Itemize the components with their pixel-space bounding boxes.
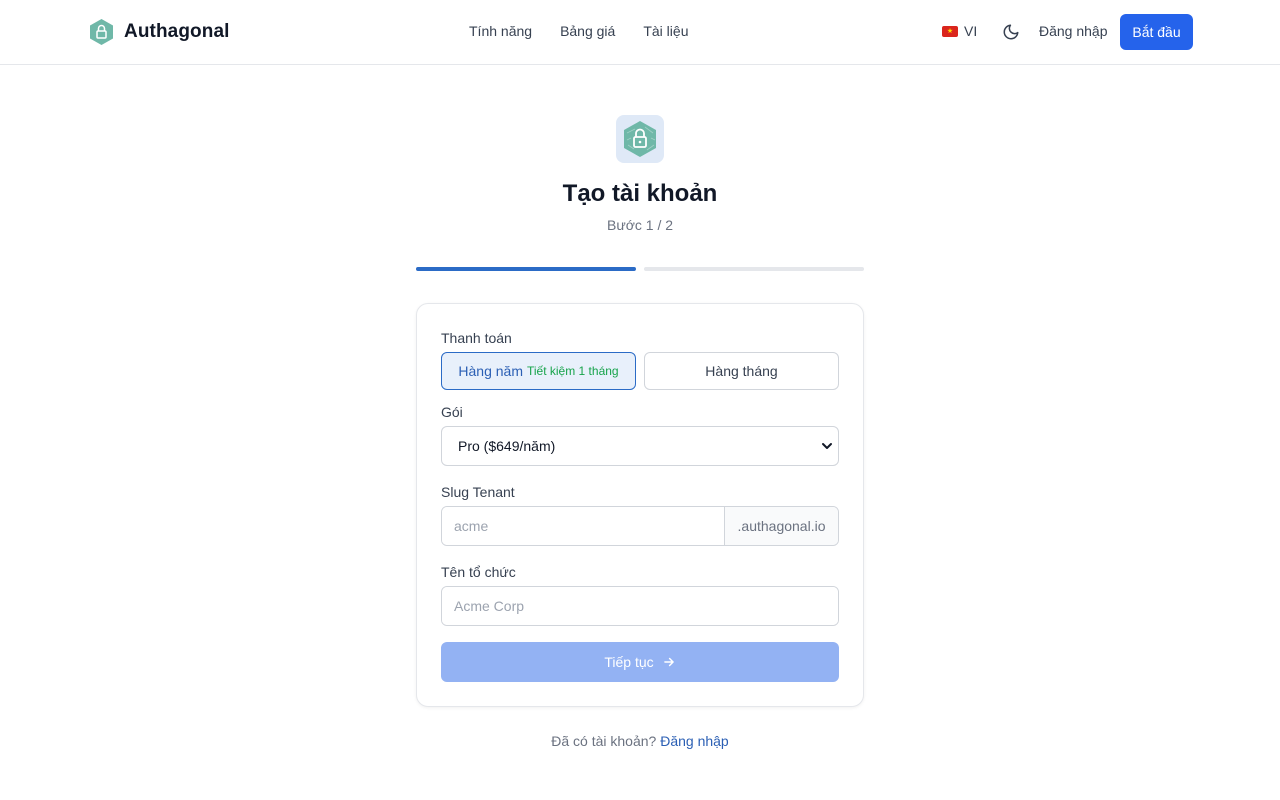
nav-pricing[interactable]: Bảng giá — [560, 23, 615, 39]
logo-icon — [90, 19, 113, 45]
lock-icon — [624, 121, 656, 157]
billing-label: Thanh toán — [441, 330, 512, 346]
billing-monthly-option[interactable]: Hàng tháng — [644, 352, 839, 390]
brand[interactable]: Authagonal — [89, 18, 230, 46]
plan-select[interactable]: Pro ($649/năm) — [441, 426, 839, 466]
org-field — [441, 586, 839, 626]
continue-label: Tiếp tục — [604, 654, 654, 670]
page-title: Tạo tài khoản — [562, 180, 718, 207]
billing-monthly-label: Hàng tháng — [705, 363, 778, 379]
slug-input[interactable] — [442, 507, 724, 545]
org-name-input[interactable] — [442, 587, 838, 625]
arrow-right-icon — [663, 657, 674, 667]
brand-name: Authagonal — [124, 21, 230, 42]
nav-docs[interactable]: Tài liệu — [643, 23, 688, 39]
billing-yearly-option[interactable]: Hàng năm Tiết kiệm 1 tháng — [441, 352, 636, 390]
slug-label: Slug Tenant — [441, 484, 515, 500]
billing-toggle: Hàng năm Tiết kiệm 1 tháng Hàng tháng — [441, 352, 839, 390]
signin-prompt: Đã có tài khoản? Đăng nhập — [0, 733, 1280, 749]
progress-step-2 — [644, 267, 864, 271]
footer-signin-link[interactable]: Đăng nhập — [660, 733, 729, 749]
account-hero-icon — [616, 115, 664, 163]
slug-domain-suffix: .authagonal.io — [724, 507, 838, 545]
vietnam-flag-icon: ★ — [942, 25, 958, 37]
plan-label: Gói — [441, 404, 463, 420]
continue-button[interactable]: Tiếp tục — [441, 642, 839, 682]
plan-selected-value: Pro ($649/năm) — [458, 438, 556, 454]
signup-card: Thanh toán Hàng năm Tiết kiệm 1 tháng Hà… — [416, 303, 864, 707]
nav-features[interactable]: Tính năng — [469, 23, 532, 39]
org-label: Tên tổ chức — [441, 564, 516, 580]
moon-icon[interactable] — [1002, 23, 1020, 41]
language-label: VI — [964, 23, 978, 39]
get-started-button[interactable]: Bắt đầu — [1120, 14, 1193, 50]
billing-yearly-label: Hàng năm — [458, 363, 523, 379]
language-switcher[interactable]: ★ VI — [942, 23, 977, 39]
signin-prompt-text: Đã có tài khoản? — [551, 733, 657, 749]
step-progress — [416, 267, 864, 271]
chevron-down-icon — [822, 443, 832, 449]
savings-badge: Tiết kiệm 1 tháng — [526, 364, 619, 378]
step-indicator: Bước 1 / 2 — [606, 217, 674, 233]
signin-link[interactable]: Đăng nhập — [1039, 23, 1108, 39]
main-nav: Tính năng Bảng giá Tài liệu — [469, 23, 688, 39]
top-header: Authagonal Tính năng Bảng giá Tài liệu ★… — [0, 0, 1280, 65]
slug-field: .authagonal.io — [441, 506, 839, 546]
progress-step-1 — [416, 267, 636, 271]
